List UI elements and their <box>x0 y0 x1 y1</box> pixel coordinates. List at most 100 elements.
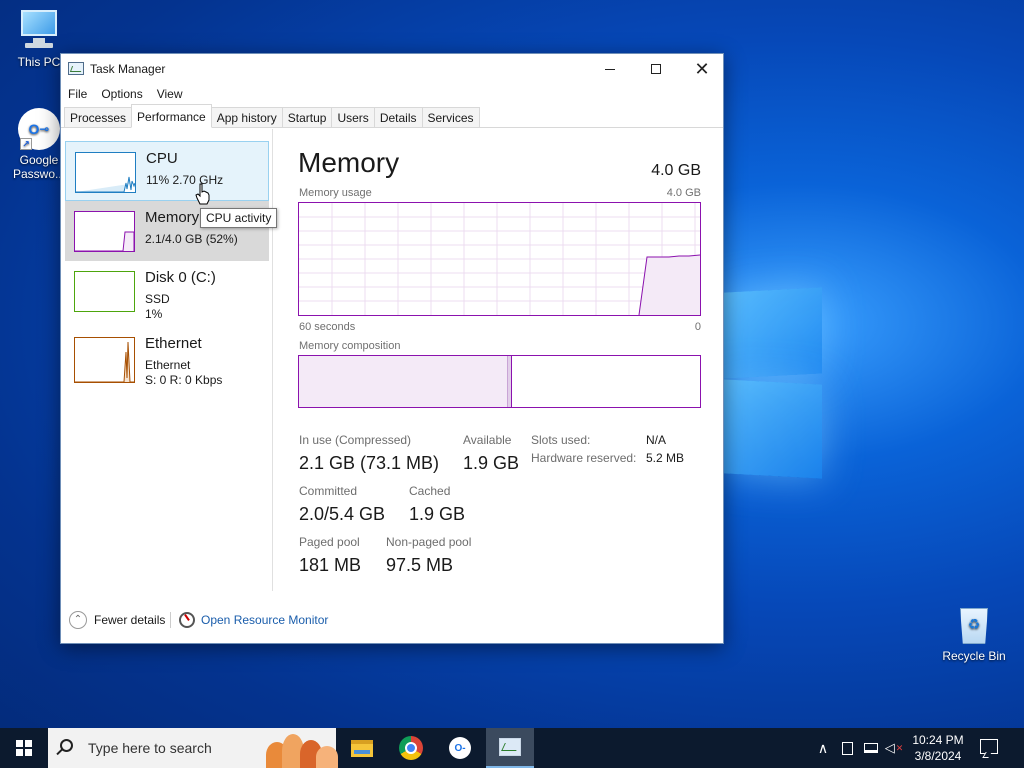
disk-thumbnail-graph <box>74 271 135 312</box>
computer-icon <box>17 8 61 52</box>
disk-type-text: SSD <box>145 292 170 306</box>
disk-usage-text: 1% <box>145 307 163 321</box>
available-value: 1.9 GB <box>463 453 520 473</box>
network-icon[interactable] <box>860 728 882 768</box>
volume-muted-icon[interactable]: ◁ ✕ <box>884 728 904 768</box>
memory-label: Memory <box>145 209 200 226</box>
open-resource-monitor-link[interactable]: Open Resource Monitor <box>201 613 328 627</box>
paged-pool-value: 181 MB <box>299 555 362 575</box>
task-manager-icon <box>68 62 84 75</box>
cached-label: Cached <box>409 484 451 498</box>
notification-center-icon[interactable] <box>980 739 998 754</box>
tab-performance[interactable]: Performance <box>131 104 212 128</box>
non-paged-pool-value: 97.5 MB <box>386 555 454 575</box>
memory-usage-max: 4.0 GB <box>666 187 701 199</box>
disk-label: Disk 0 (C:) <box>145 269 216 286</box>
memory-composition-bar <box>298 355 701 408</box>
maximize-button[interactable] <box>633 54 679 84</box>
memory-composition-label: Memory composition <box>299 340 401 352</box>
menu-file[interactable]: File <box>68 87 87 101</box>
page-title: Memory <box>298 147 400 178</box>
sidebar-item-disk[interactable]: Disk 0 (C:) SSD 1% <box>65 261 269 321</box>
windows-logo-icon <box>16 740 32 756</box>
committed-label: Committed <box>299 484 358 498</box>
shortcut-arrow-icon: ↗ <box>20 138 32 150</box>
resource-sidebar: CPU 11% 2.70 GHz Memory 2.1/4.0 GB (52%)… <box>61 129 273 591</box>
chevron-up-icon[interactable]: ⌃ <box>69 611 87 629</box>
memory-total: 4.0 GB <box>651 162 701 179</box>
minimize-icon <box>605 68 615 70</box>
sidebar-item-ethernet[interactable]: Ethernet Ethernet S: 0 R: 0 Kbps <box>65 327 269 387</box>
tab-app-history[interactable]: App history <box>210 107 283 127</box>
memory-thumbnail-graph <box>74 211 135 252</box>
google-passwords-icon: O- <box>449 737 471 759</box>
search-highlight-illustration <box>258 730 338 768</box>
hardware-reserved-value: 5.2 MB <box>646 451 685 465</box>
memory-usage-text: 2.1/4.0 GB (52%) <box>145 232 238 246</box>
cpu-activity-tooltip: CPU activity <box>200 208 278 228</box>
hand-cursor-icon <box>195 183 210 205</box>
paged-pool-label: Paged pool <box>299 535 360 549</box>
recycle-bin-icon: ♻ <box>954 602 994 646</box>
tab-startup[interactable]: Startup <box>281 107 333 127</box>
tab-services[interactable]: Services <box>421 107 480 127</box>
slots-used-label: Slots used: <box>531 433 591 447</box>
ethernet-throughput-text: S: 0 R: 0 Kbps <box>145 373 223 387</box>
in-use-label: In use (Compressed) <box>299 433 412 447</box>
taskbar: Type here to search O- ∧ ◁ ✕ 10:24 PM 3/8… <box>0 728 1024 768</box>
close-icon: ✕ <box>694 58 710 80</box>
taskbar-search-box[interactable]: Type here to search <box>48 728 338 768</box>
minimize-button[interactable] <box>587 54 633 84</box>
graph-time-left: 60 seconds <box>299 321 356 333</box>
window-title: Task Manager <box>90 62 166 76</box>
desktop-icon-recycle-bin[interactable]: ♻ Recycle Bin <box>938 602 1010 663</box>
composition-modified-segment <box>508 356 512 407</box>
menu-bar: File Options View <box>61 84 723 104</box>
title-bar[interactable]: Task Manager ✕ <box>61 54 723 84</box>
composition-in-use-segment <box>299 356 508 407</box>
close-button[interactable]: ✕ <box>679 54 725 84</box>
ethernet-label: Ethernet <box>145 335 202 352</box>
fewer-details-link[interactable]: Fewer details <box>94 613 165 627</box>
clock-date: 3/8/2024 <box>914 749 962 763</box>
tab-processes[interactable]: Processes <box>64 107 133 127</box>
task-manager-window: Task Manager ✕ File Options View Process… <box>60 53 724 644</box>
cpu-label: CPU <box>146 150 178 167</box>
desktop-icon-label: Recycle Bin <box>942 649 1006 663</box>
menu-options[interactable]: Options <box>101 87 142 101</box>
taskbar-clock[interactable]: 10:24 PM 3/8/2024 <box>905 732 971 764</box>
clock-time: 10:24 PM <box>912 733 964 747</box>
taskbar-chrome[interactable] <box>387 728 435 768</box>
slots-used-value: N/A <box>646 433 667 447</box>
task-manager-icon <box>499 738 521 756</box>
tray-device-icon[interactable] <box>838 728 856 768</box>
maximize-icon <box>651 64 661 74</box>
tab-users[interactable]: Users <box>331 107 375 127</box>
key-icon: O ⊸ ↗ <box>18 108 60 150</box>
tab-details[interactable]: Details <box>373 107 423 127</box>
hardware-reserved-label: Hardware reserved: <box>531 451 637 465</box>
memory-usage-label: Memory usage <box>299 187 372 199</box>
taskbar-task-manager[interactable] <box>486 728 534 768</box>
taskbar-file-explorer[interactable] <box>338 728 386 768</box>
search-icon <box>60 739 73 752</box>
footer-bar: ⌃ Fewer details Open Resource Monitor <box>61 610 723 636</box>
sidebar-item-cpu[interactable]: CPU 11% 2.70 GHz <box>65 141 269 201</box>
available-label: Available <box>463 433 512 447</box>
taskbar-google-passwords[interactable]: O- <box>436 728 484 768</box>
chrome-icon <box>399 736 423 760</box>
file-explorer-icon <box>351 739 373 757</box>
tab-strip: Processes Performance App history Startu… <box>61 104 723 128</box>
show-hidden-icons-chevron-icon[interactable]: ∧ <box>814 728 832 768</box>
committed-value: 2.0/5.4 GB <box>299 504 386 524</box>
start-button[interactable] <box>0 728 48 768</box>
in-use-value: 2.1 GB (73.1 MB) <box>299 453 440 473</box>
footer-divider <box>170 612 171 628</box>
performance-pane: CPU 11% 2.70 GHz Memory 2.1/4.0 GB (52%)… <box>61 129 723 596</box>
cpu-thumbnail-graph <box>75 152 136 193</box>
memory-usage-graph <box>298 202 701 316</box>
graph-time-right: 0 <box>694 321 701 333</box>
menu-view[interactable]: View <box>157 87 183 101</box>
ethernet-adapter-text: Ethernet <box>145 358 191 372</box>
cpu-usage-text: 11% 2.70 GHz <box>146 173 224 187</box>
